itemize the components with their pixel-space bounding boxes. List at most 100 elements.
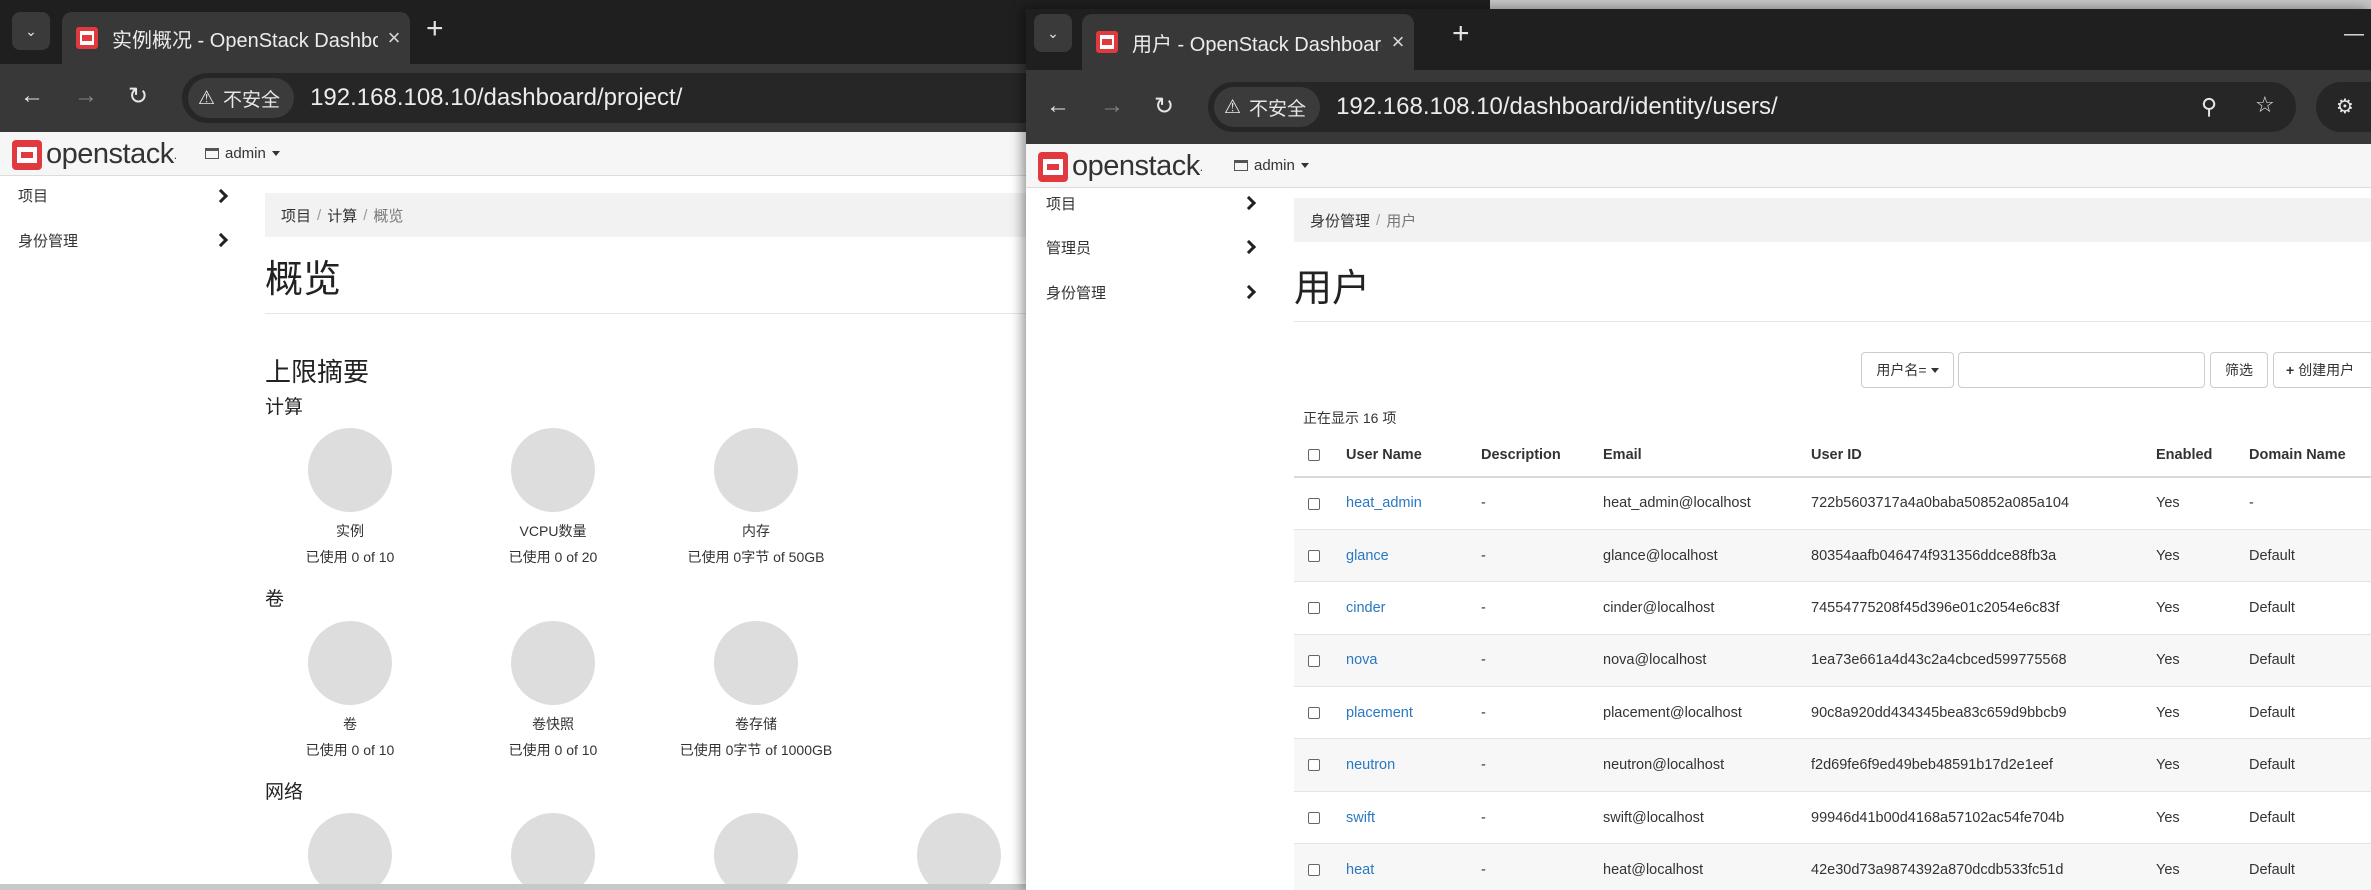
warning-icon: ⚠ (1224, 96, 1242, 118)
row-checkbox[interactable] (1308, 602, 1320, 615)
back-icon[interactable]: ← (20, 82, 44, 110)
description-cell: - (1481, 686, 1603, 740)
openstack-logo-icon (12, 139, 42, 170)
back-icon[interactable]: ← (1046, 92, 1070, 120)
sidebar-item-project[interactable]: 项目 (1046, 193, 1076, 214)
project-selector[interactable]: admin (1234, 157, 1309, 174)
browser-toolbar: ← → ↻ ⚠ 不安全 192.168.108.10/dashboard/ide… (1026, 70, 2371, 144)
row-checkbox[interactable] (1308, 706, 1320, 719)
sidebar-item-identity[interactable]: 身份管理 (1046, 282, 1106, 303)
volume-storage-usage-pie (714, 621, 798, 705)
user-name-link[interactable]: neutron (1346, 757, 1395, 773)
caret-down-icon (1930, 367, 1939, 373)
volumes-label: 卷 (343, 716, 357, 732)
sidebar-item-admin[interactable]: 管理员 (1046, 237, 1091, 258)
email-cell: placement@localhost (1603, 686, 1811, 740)
select-all-cell (1294, 433, 1346, 478)
breadcrumb-item-project[interactable]: 项目 (281, 205, 311, 226)
reload-icon[interactable]: ↻ (1154, 92, 1174, 121)
row-checkbox[interactable] (1308, 497, 1320, 510)
network-usage-pie-1 (308, 813, 392, 884)
new-tab-icon[interactable]: + (426, 12, 444, 46)
tab-users[interactable]: 用户 - OpenStack Dashboard × (1082, 14, 1414, 70)
chevron-down-icon: ⌄ (1047, 24, 1059, 41)
url-text: 192.168.108.10/dashboard/project/ (310, 84, 683, 111)
minimize-icon[interactable]: — (2344, 23, 2364, 46)
filter-field-dropdown[interactable]: 用户名= (1861, 352, 1954, 388)
column-header-domain-name[interactable]: Domain Name (2249, 433, 2371, 478)
extension-button[interactable]: ⚙ (2316, 82, 2371, 132)
domain-cell: - (2249, 477, 2371, 530)
domain-cell: Default (2249, 529, 2371, 583)
enabled-cell: Yes (2156, 581, 2249, 635)
description-cell: - (1481, 581, 1603, 635)
domain-cell: Default (2249, 738, 2371, 792)
reload-icon[interactable]: ↻ (128, 82, 148, 111)
new-tab-icon[interactable]: + (1452, 17, 1470, 51)
ram-usage-pie (714, 428, 798, 512)
filter-button[interactable]: 筛选 (2210, 352, 2268, 388)
table-row: placement - placement@localhost 90c8a920… (1294, 686, 2371, 740)
sidebar-item-project[interactable]: 项目 (18, 185, 48, 206)
breadcrumb-item-identity[interactable]: 身份管理 (1310, 210, 1370, 231)
row-checkbox[interactable] (1308, 864, 1320, 877)
zoom-icon[interactable]: ⚲ (2201, 94, 2217, 120)
openstack-logo[interactable]: openstack. (1038, 150, 1203, 183)
item-count: 正在显示 16 项 (1303, 410, 1397, 426)
column-header-email[interactable]: Email (1603, 433, 1811, 478)
forward-icon[interactable]: → (1100, 92, 1124, 120)
chevron-right-icon (213, 188, 229, 204)
chevron-right-icon (1241, 239, 1257, 255)
security-chip[interactable]: ⚠ 不安全 (1214, 87, 1321, 127)
forward-icon[interactable]: → (74, 82, 98, 110)
project-icon (1234, 160, 1248, 171)
snapshots-usage-pie (511, 621, 595, 705)
user-name-link[interactable]: placement (1346, 705, 1413, 721)
row-checkbox[interactable] (1308, 549, 1320, 562)
tab-search-button[interactable]: ⌄ (1034, 14, 1072, 52)
address-bar[interactable]: ⚠ 不安全 192.168.108.10/dashboard/identity/… (1208, 82, 2296, 132)
filter-input[interactable] (1958, 352, 2205, 388)
table-row: neutron - neutron@localhost f2d69fe6f9ed… (1294, 738, 2371, 792)
breadcrumb-item-users: 用户 (1386, 212, 1417, 230)
volume-storage-label: 卷存储 (735, 716, 777, 732)
openstack-header: openstack. admin (1026, 144, 2371, 188)
tab-search-button[interactable]: ⌄ (12, 12, 50, 50)
openstack-logo[interactable]: openstack. (12, 138, 177, 171)
volume-storage-usage: 已使用 0字节 of 1000GB (679, 742, 833, 758)
table-row: swift - swift@localhost 99946d41b00d4168… (1294, 791, 2371, 845)
select-all-checkbox[interactable] (1308, 448, 1320, 461)
user-name-link[interactable]: heat_admin (1346, 495, 1422, 511)
enabled-cell: Yes (2156, 738, 2249, 792)
row-checkbox[interactable] (1308, 654, 1320, 667)
table-row: heat - heat@localhost 42e30d73a9874392a8… (1294, 843, 2371, 890)
email-cell: heat@localhost (1603, 843, 1811, 890)
project-selector[interactable]: admin (205, 145, 280, 162)
create-user-button[interactable]: + 创建用户 (2273, 352, 2371, 388)
security-chip[interactable]: ⚠ 不安全 (188, 78, 295, 118)
enabled-cell: Yes (2156, 843, 2249, 890)
column-header-user-id[interactable]: User ID (1811, 433, 2156, 478)
caret-down-icon (1300, 163, 1309, 168)
user-id-cell: 90c8a920dd434345bea83c659d9bbcb9 (1811, 686, 2156, 740)
row-checkbox[interactable] (1308, 759, 1320, 772)
email-cell: neutron@localhost (1603, 738, 1811, 792)
sidebar-item-identity[interactable]: 身份管理 (18, 230, 78, 251)
user-name-link[interactable]: swift (1346, 810, 1375, 826)
breadcrumb-item-compute[interactable]: 计算 (327, 205, 357, 226)
column-header-user-name[interactable]: User Name (1346, 433, 1481, 478)
close-icon[interactable]: × (378, 25, 410, 51)
user-name-link[interactable]: cinder (1346, 600, 1386, 616)
enabled-cell: Yes (2156, 529, 2249, 583)
tab-overview[interactable]: 实例概况 - OpenStack Dashboard × (62, 12, 410, 64)
bookmark-star-icon[interactable]: ☆ (2255, 92, 2275, 118)
user-name-link[interactable]: nova (1346, 652, 1377, 668)
close-icon[interactable]: × (1382, 29, 1414, 55)
user-name-link[interactable]: heat (1346, 862, 1374, 878)
column-header-enabled[interactable]: Enabled (2156, 433, 2249, 478)
network-usage-pie-4 (917, 813, 1001, 884)
user-name-link[interactable]: glance (1346, 548, 1389, 564)
row-checkbox[interactable] (1308, 811, 1320, 824)
column-header-description[interactable]: Description (1481, 433, 1603, 478)
url-text: 192.168.108.10/dashboard/identity/users/ (1336, 93, 1778, 120)
